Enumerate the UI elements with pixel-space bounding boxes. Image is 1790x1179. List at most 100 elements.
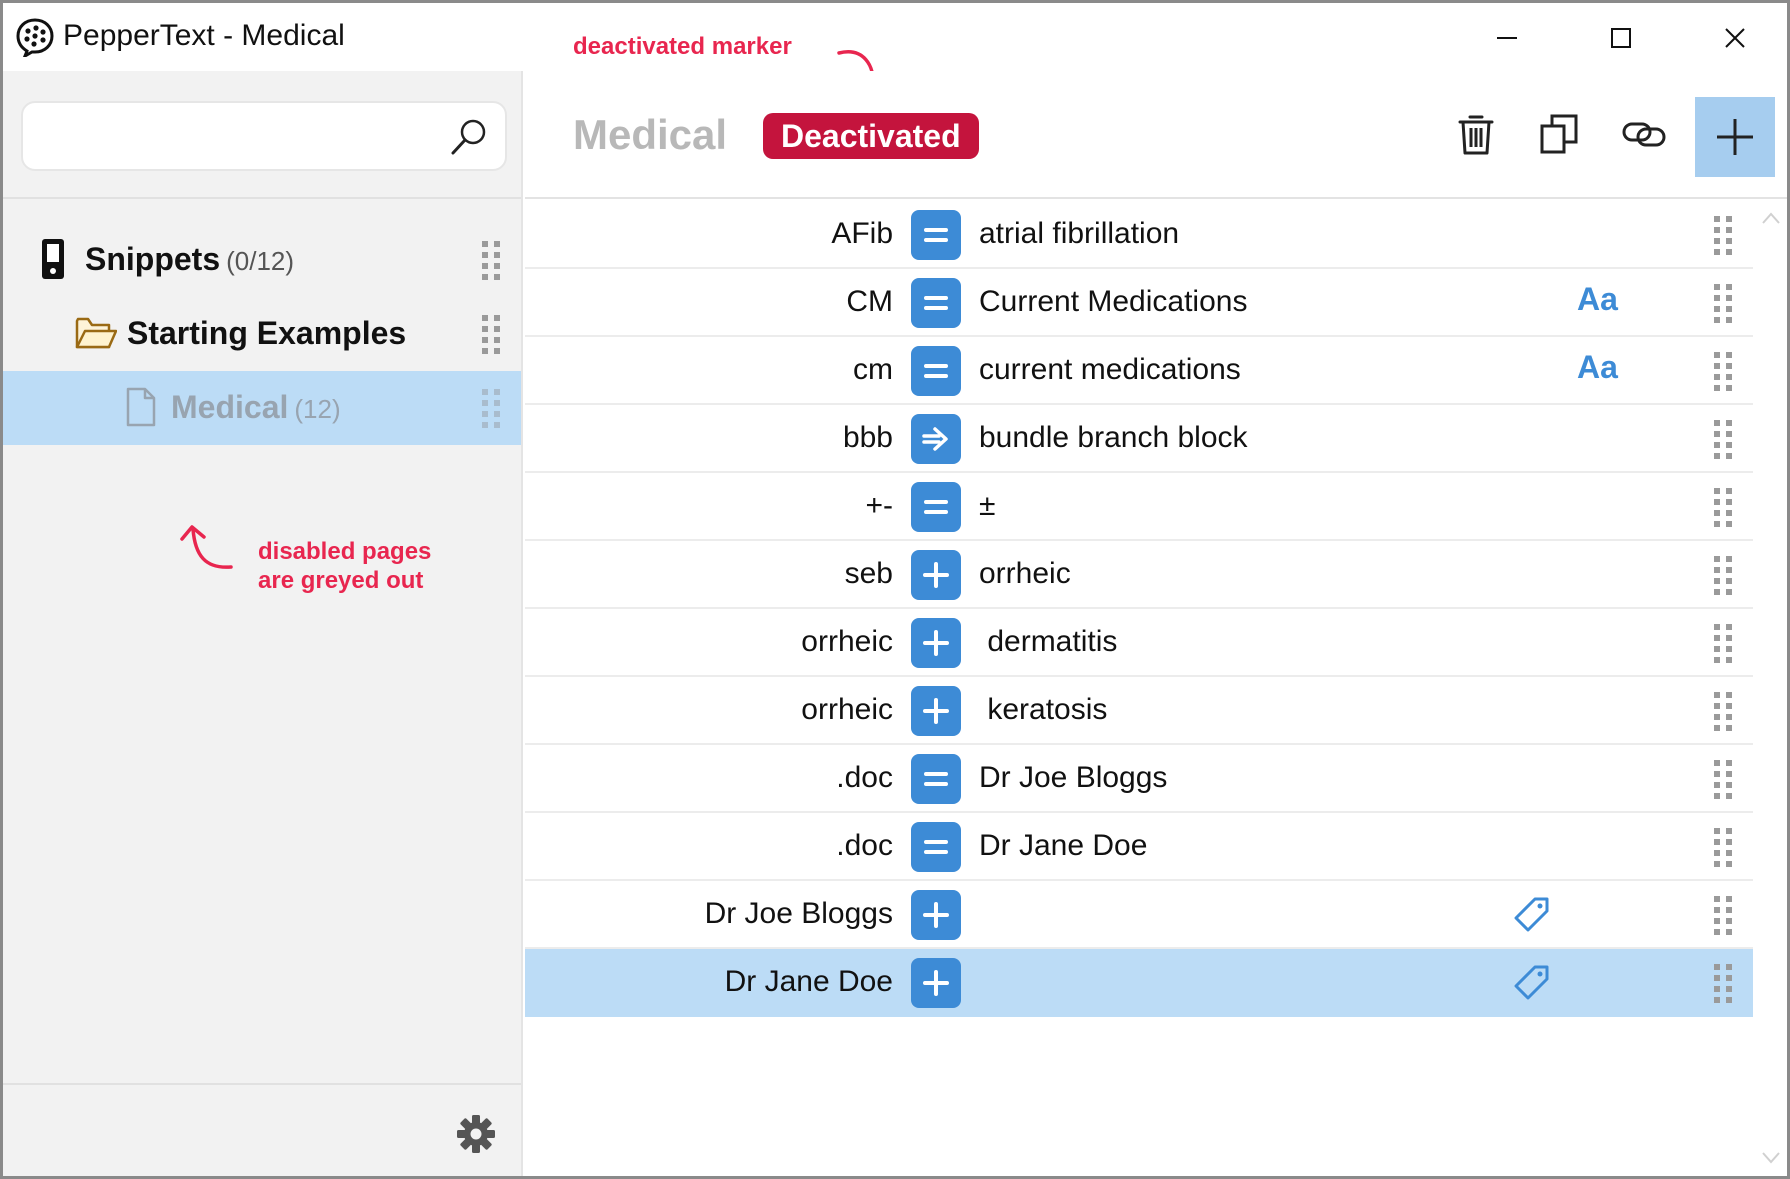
drag-handle-icon[interactable] bbox=[1711, 554, 1735, 596]
gear-icon[interactable] bbox=[455, 1113, 497, 1155]
snippet-expansion[interactable]: dermatitis bbox=[979, 625, 1117, 659]
maximize-icon bbox=[1611, 28, 1631, 48]
snippet-row[interactable]: .doc Dr Jane Doe bbox=[525, 813, 1753, 881]
snippet-row[interactable]: orrheic dermatitis bbox=[525, 609, 1753, 677]
snippet-expansion[interactable]: atrial fibrillation bbox=[979, 217, 1179, 251]
snippet-row[interactable]: +- ± bbox=[525, 473, 1753, 541]
snippet-abbreviation[interactable]: AFib bbox=[831, 217, 893, 251]
close-button[interactable] bbox=[1695, 13, 1775, 63]
add-snippet-button[interactable] bbox=[1695, 97, 1775, 177]
snippet-mode-button[interactable] bbox=[911, 482, 961, 532]
arrow-right-icon bbox=[921, 424, 951, 454]
window-title: PepperText - Medical bbox=[63, 19, 345, 52]
snippet-row[interactable]: cm current medications Aa bbox=[525, 337, 1753, 405]
tree-item-label: Starting Examples bbox=[127, 315, 407, 351]
drag-handle-icon[interactable] bbox=[479, 313, 503, 355]
snippet-abbreviation[interactable]: orrheic bbox=[801, 693, 893, 727]
snippet-abbreviation[interactable]: .doc bbox=[836, 761, 893, 795]
tree-item-starting-examples[interactable]: Starting Examples bbox=[3, 297, 521, 371]
tag-icon[interactable] bbox=[1511, 895, 1551, 935]
case-sensitive-icon[interactable]: Aa bbox=[1577, 349, 1618, 386]
snippet-expansion[interactable]: current medications bbox=[979, 353, 1241, 387]
main-header: Medical Deactivated bbox=[525, 71, 1787, 199]
plus-icon bbox=[921, 900, 951, 930]
drag-handle-icon[interactable] bbox=[1711, 486, 1735, 528]
search-input[interactable] bbox=[37, 113, 437, 159]
drag-handle-icon[interactable] bbox=[1711, 758, 1735, 800]
drag-handle-icon[interactable] bbox=[1711, 894, 1735, 936]
snippet-row[interactable]: seb orrheic bbox=[525, 541, 1753, 609]
snippet-mode-button[interactable] bbox=[911, 618, 961, 668]
scrollbar[interactable] bbox=[1755, 201, 1787, 1176]
chevron-down-icon[interactable] bbox=[1761, 1151, 1781, 1165]
annotation-line: are greyed out bbox=[258, 567, 424, 594]
snippet-expansion[interactable]: keratosis bbox=[979, 693, 1107, 727]
delete-button[interactable] bbox=[1443, 101, 1509, 167]
snippet-abbreviation[interactable]: seb bbox=[845, 557, 893, 591]
search-icon[interactable] bbox=[449, 117, 489, 157]
annotation-arrow-icon bbox=[180, 525, 233, 569]
snippet-expansion[interactable]: orrheic bbox=[979, 557, 1071, 591]
snippet-mode-button[interactable] bbox=[911, 550, 961, 600]
snippet-mode-button[interactable] bbox=[911, 414, 961, 464]
snippet-mode-button[interactable] bbox=[911, 686, 961, 736]
snippet-mode-button[interactable] bbox=[911, 822, 961, 872]
snippet-mode-button[interactable] bbox=[911, 958, 961, 1008]
snippet-expansion[interactable]: Dr Jane Doe bbox=[979, 829, 1147, 863]
snippet-abbreviation[interactable]: bbb bbox=[843, 421, 893, 455]
equals-icon bbox=[921, 764, 951, 794]
maximize-button[interactable] bbox=[1581, 13, 1661, 63]
snippet-abbreviation[interactable]: orrheic bbox=[801, 625, 893, 659]
link-button[interactable] bbox=[1611, 101, 1677, 167]
snippet-row[interactable]: .doc Dr Joe Bloggs bbox=[525, 745, 1753, 813]
snippet-mode-button[interactable] bbox=[911, 346, 961, 396]
tree-item-count: (0/12) bbox=[226, 246, 295, 276]
equals-icon bbox=[921, 288, 951, 318]
snippet-row[interactable]: Dr Jane Doe bbox=[525, 949, 1753, 1017]
page-icon bbox=[126, 387, 156, 427]
drag-handle-icon[interactable] bbox=[1711, 214, 1735, 256]
snippet-expansion[interactable]: Dr Joe Bloggs bbox=[979, 761, 1167, 795]
drag-handle-icon[interactable] bbox=[1711, 690, 1735, 732]
duplicate-button[interactable] bbox=[1527, 101, 1593, 167]
close-icon bbox=[1725, 28, 1745, 48]
snippet-abbreviation[interactable]: Dr Jane Doe bbox=[725, 965, 893, 999]
snippet-expansion[interactable]: bundle branch block bbox=[979, 421, 1248, 455]
drag-handle-icon[interactable] bbox=[1711, 418, 1735, 460]
snippet-mode-button[interactable] bbox=[911, 278, 961, 328]
chevron-up-icon[interactable] bbox=[1761, 211, 1781, 225]
drag-handle-icon[interactable] bbox=[1711, 350, 1735, 392]
drag-handle-icon[interactable] bbox=[1711, 622, 1735, 664]
snippet-list: AFib atrial fibrillation CM Current Medicat… bbox=[525, 201, 1753, 1017]
tag-icon[interactable] bbox=[1511, 963, 1551, 1003]
status-badge: Deactivated bbox=[763, 113, 979, 159]
minimize-button[interactable] bbox=[1467, 13, 1547, 63]
snippet-row[interactable]: CM Current Medications Aa bbox=[525, 269, 1753, 337]
annotation-line: disabled pages bbox=[258, 538, 432, 565]
snippet-mode-button[interactable] bbox=[911, 210, 961, 260]
annotation-disabled-pages: disabled pages are greyed out bbox=[258, 537, 431, 595]
search-box[interactable] bbox=[21, 101, 507, 171]
drag-handle-icon[interactable] bbox=[1711, 826, 1735, 868]
snippet-expansion[interactable]: Current Medications bbox=[979, 285, 1247, 319]
snippet-abbreviation[interactable]: +- bbox=[865, 489, 893, 523]
title-bar: PepperText - Medical deactivated marker bbox=[3, 3, 1787, 91]
snippet-mode-button[interactable] bbox=[911, 754, 961, 804]
drag-handle-icon[interactable] bbox=[479, 387, 503, 429]
snippet-mode-button[interactable] bbox=[911, 890, 961, 940]
snippet-row[interactable]: AFib atrial fibrillation bbox=[525, 201, 1753, 269]
snippet-abbreviation[interactable]: cm bbox=[853, 353, 893, 387]
drag-handle-icon[interactable] bbox=[479, 239, 503, 281]
snippet-row[interactable]: bbb bundle branch block bbox=[525, 405, 1753, 473]
snippet-expansion[interactable]: ± bbox=[979, 489, 995, 523]
drag-handle-icon[interactable] bbox=[1711, 962, 1735, 1004]
snippet-abbreviation[interactable]: .doc bbox=[836, 829, 893, 863]
snippet-row[interactable]: Dr Joe Bloggs bbox=[525, 881, 1753, 949]
tree-item-medical[interactable]: Medical (12) bbox=[3, 371, 521, 445]
snippet-abbreviation[interactable]: CM bbox=[846, 285, 893, 319]
tree-item-snippets[interactable]: Snippets (0/12) bbox=[3, 223, 521, 297]
snippet-row[interactable]: orrheic keratosis bbox=[525, 677, 1753, 745]
case-sensitive-icon[interactable]: Aa bbox=[1577, 281, 1618, 318]
snippet-abbreviation[interactable]: Dr Joe Bloggs bbox=[705, 897, 893, 931]
drag-handle-icon[interactable] bbox=[1711, 282, 1735, 324]
